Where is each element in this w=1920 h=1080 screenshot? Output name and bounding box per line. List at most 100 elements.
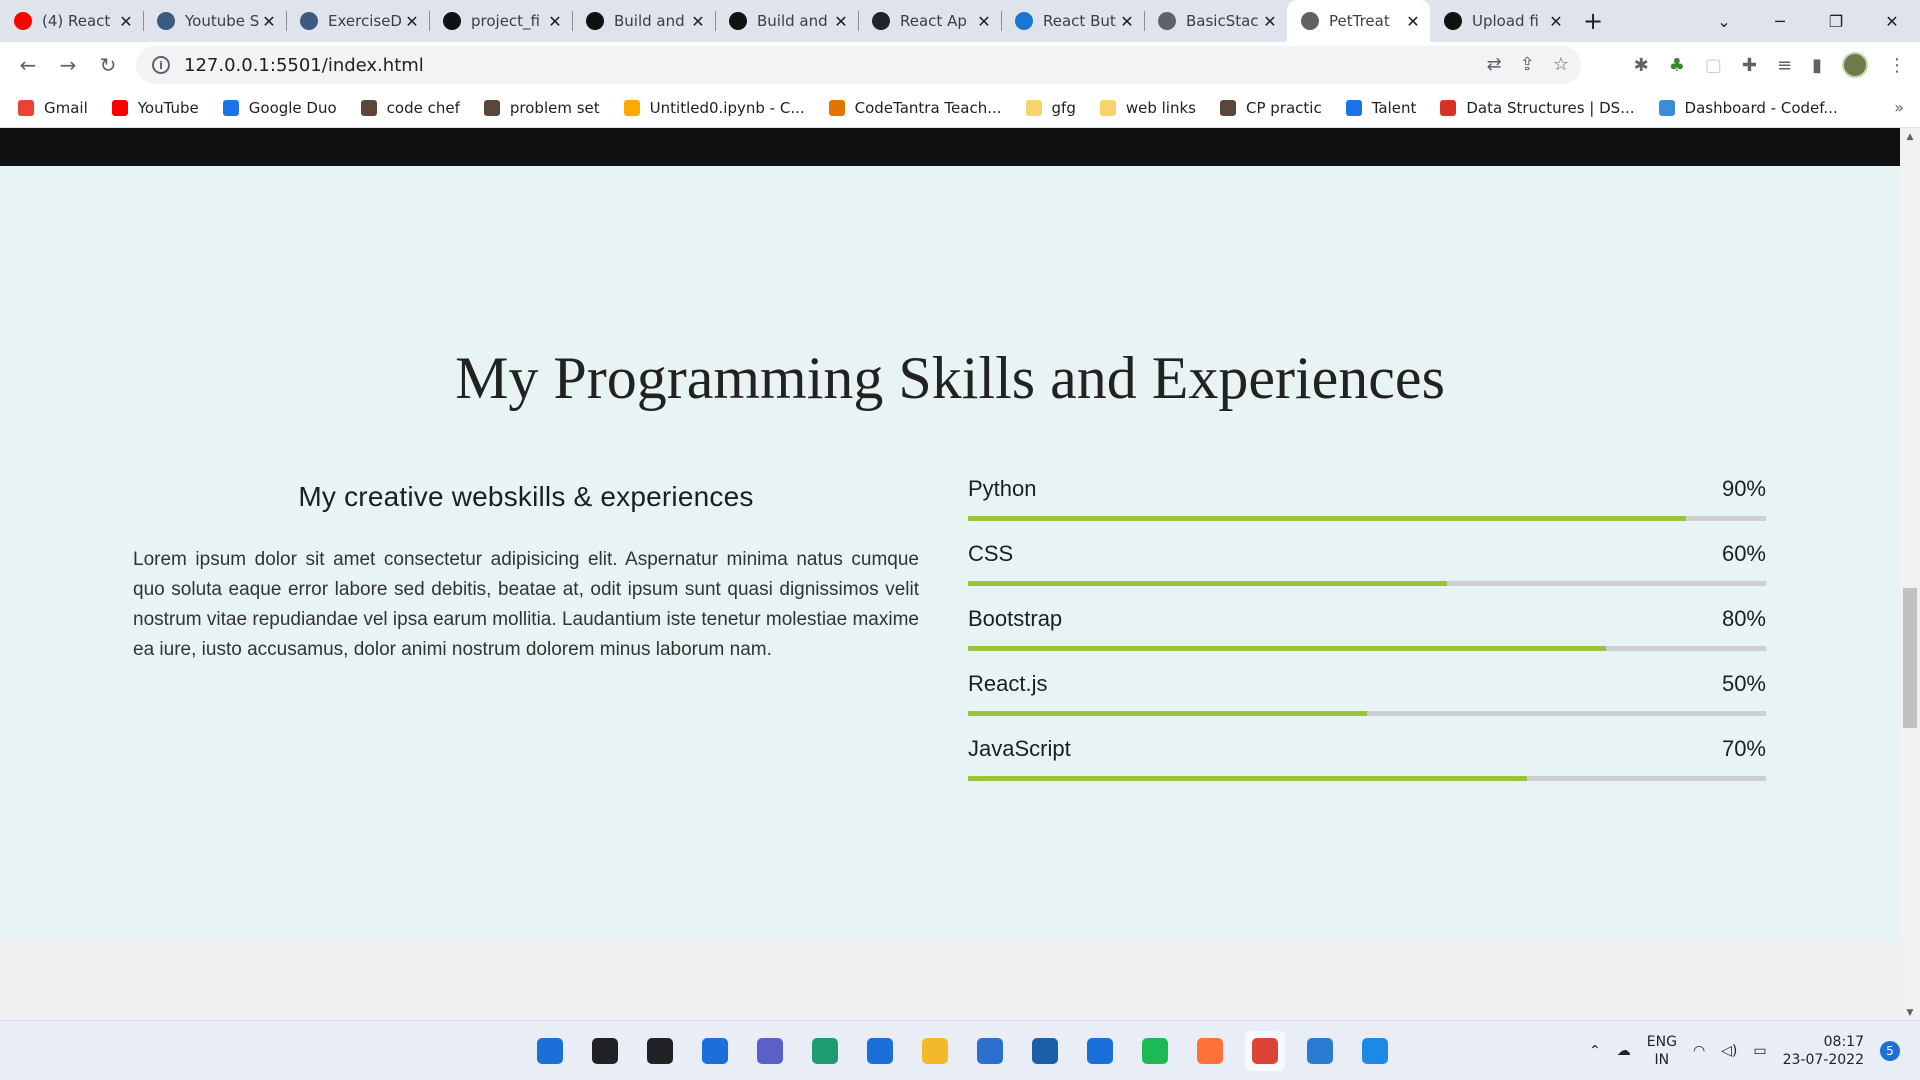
browser-tab[interactable]: React Ap ✕: [858, 0, 1001, 42]
photos-icon[interactable]: [1300, 1031, 1340, 1071]
browser-tab[interactable]: Upload fi ✕: [1430, 0, 1573, 42]
page-icon: [1158, 12, 1176, 30]
close-tab-icon[interactable]: ✕: [689, 12, 707, 31]
firefox-icon[interactable]: [1190, 1031, 1230, 1071]
tab-search-icon[interactable]: ⌄: [1696, 0, 1752, 42]
bookmark-item[interactable]: Dashboard - Codef...: [1658, 99, 1838, 117]
bookmark-item[interactable]: Gmail: [18, 99, 88, 117]
skills-subtitle: My creative webskills & experiences: [298, 481, 754, 512]
close-tab-icon[interactable]: ✕: [1404, 12, 1422, 31]
onedrive-icon[interactable]: ☁: [1617, 1043, 1631, 1059]
bookmark-item[interactable]: Data Structures | DS...: [1440, 99, 1635, 117]
task-view-icon[interactable]: [640, 1031, 680, 1071]
dell-icon[interactable]: [1025, 1031, 1065, 1071]
url-text[interactable]: 127.0.0.1:5501/index.html: [184, 55, 424, 76]
windows-start-icon[interactable]: [530, 1031, 570, 1071]
volume-icon[interactable]: ◁): [1721, 1043, 1737, 1059]
close-tab-icon[interactable]: ✕: [546, 12, 564, 31]
restore-button[interactable]: ❐: [1808, 0, 1864, 42]
address-bar[interactable]: i 127.0.0.1:5501/index.html ⇄ ⇪ ☆: [136, 46, 1581, 84]
bookmark-item[interactable]: code chef: [360, 99, 460, 117]
side-panel-icon[interactable]: ▮: [1812, 55, 1822, 76]
close-tab-icon[interactable]: ✕: [403, 12, 421, 31]
bookmark-item[interactable]: CodeTantra Teach...: [828, 99, 1002, 117]
bookmark-item[interactable]: Untitled0.ipynb - C...: [623, 98, 805, 117]
browser-tab[interactable]: BasicStac ✕: [1144, 0, 1287, 42]
close-tab-icon[interactable]: ✕: [1261, 12, 1279, 31]
forward-button[interactable]: →: [48, 45, 88, 85]
puzzle-extensions-icon[interactable]: ✚: [1742, 55, 1757, 76]
bookmark-item[interactable]: Google Duo: [222, 99, 337, 117]
browser-tab[interactable]: project_fi ✕: [429, 0, 572, 42]
notification-badge[interactable]: 5: [1880, 1041, 1900, 1061]
close-tab-icon[interactable]: ✕: [1547, 12, 1565, 31]
wifi-icon[interactable]: ◠: [1693, 1043, 1705, 1059]
media-player-icon[interactable]: [1080, 1031, 1120, 1071]
teams-chat-icon[interactable]: [750, 1031, 790, 1071]
bookmark-item[interactable]: YouTube: [111, 99, 199, 117]
search-icon[interactable]: [585, 1031, 625, 1071]
codetantra-icon: [828, 99, 845, 116]
scroll-thumb[interactable]: [1903, 588, 1917, 728]
battery-icon[interactable]: ▭: [1753, 1043, 1766, 1059]
browser-tab[interactable]: Build and ✕: [572, 0, 715, 42]
browser-tab[interactable]: Build and ✕: [715, 0, 858, 42]
menu-kebab-icon[interactable]: ⋮: [1888, 55, 1906, 76]
language-indicator[interactable]: ENG IN: [1647, 1033, 1677, 1069]
bookmark-item[interactable]: Talent: [1345, 99, 1416, 117]
new-tab-button[interactable]: +: [1573, 0, 1613, 42]
widgets-icon[interactable]: [695, 1031, 735, 1071]
react-icon: [872, 12, 890, 30]
tab-label: React Ap: [900, 12, 967, 30]
site-info-icon[interactable]: i: [152, 56, 170, 74]
tab-list: (4) React ✕ Youtube S ✕ ExerciseD ✕ project_fi…: [0, 0, 1573, 42]
bookmark-item[interactable]: web links: [1099, 99, 1196, 117]
close-tab-icon[interactable]: ✕: [975, 12, 993, 31]
app-glyph: [702, 1038, 728, 1064]
html-extension-icon[interactable]: ♣: [1669, 55, 1685, 76]
translate-icon[interactable]: ⇄: [1487, 54, 1502, 75]
close-tab-icon[interactable]: ✕: [260, 12, 278, 31]
bookmark-label: Untitled0.ipynb - C...: [649, 98, 805, 117]
more-bookmarks-icon[interactable]: »: [1894, 98, 1904, 117]
page-scrollbar[interactable]: ▲ ▼: [1900, 128, 1920, 1020]
browser-tab[interactable]: (4) React ✕: [0, 0, 143, 42]
scroll-up-arrow[interactable]: ▲: [1900, 130, 1920, 144]
reload-button[interactable]: ↻: [88, 45, 128, 85]
store-icon[interactable]: [970, 1031, 1010, 1071]
app-glyph: [922, 1038, 948, 1064]
taskbar-apps: [530, 1031, 1395, 1071]
browser-tab[interactable]: PetTreat ✕: [1287, 0, 1430, 42]
close-window-button[interactable]: ✕: [1864, 0, 1920, 42]
reading-list-icon[interactable]: ≡: [1777, 55, 1792, 76]
vscode-icon[interactable]: [1355, 1031, 1395, 1071]
language-code: ENG: [1646, 1034, 1677, 1050]
bookmark-item[interactable]: gfg: [1025, 99, 1076, 117]
scroll-down-arrow[interactable]: ▼: [1900, 1006, 1920, 1020]
blank-extension-icon[interactable]: ▢: [1705, 55, 1722, 76]
close-tab-icon[interactable]: ✕: [1118, 12, 1136, 31]
minimize-button[interactable]: ─: [1752, 0, 1808, 42]
back-button[interactable]: ←: [8, 45, 48, 85]
file-explorer-icon[interactable]: [915, 1031, 955, 1071]
bookmark-item[interactable]: problem set: [483, 99, 600, 117]
close-tab-icon[interactable]: ✕: [832, 12, 850, 31]
bug-extension-icon[interactable]: ✱: [1634, 55, 1649, 76]
bookmark-star-icon[interactable]: ☆: [1553, 54, 1569, 75]
spotify-icon[interactable]: [1135, 1031, 1175, 1071]
browser-tab[interactable]: Youtube S ✕: [143, 0, 286, 42]
tray-chevron-icon[interactable]: ⌃: [1589, 1043, 1601, 1059]
bookmark-item[interactable]: CP practic: [1219, 99, 1322, 117]
browser-tab[interactable]: ExerciseD ✕: [286, 0, 429, 42]
close-tab-icon[interactable]: ✕: [117, 12, 135, 31]
mail-icon[interactable]: [860, 1031, 900, 1071]
profile-avatar[interactable]: [1842, 52, 1868, 78]
app-glyph: [1197, 1038, 1223, 1064]
clock[interactable]: 08:17 23-07-2022: [1783, 1033, 1864, 1069]
share-icon[interactable]: ⇪: [1520, 54, 1535, 75]
skill-name: Python: [968, 476, 1037, 501]
chrome-icon[interactable]: [1245, 1031, 1285, 1071]
edge-icon[interactable]: [805, 1031, 845, 1071]
app-glyph: [1252, 1038, 1278, 1064]
browser-tab[interactable]: React But ✕: [1001, 0, 1144, 42]
